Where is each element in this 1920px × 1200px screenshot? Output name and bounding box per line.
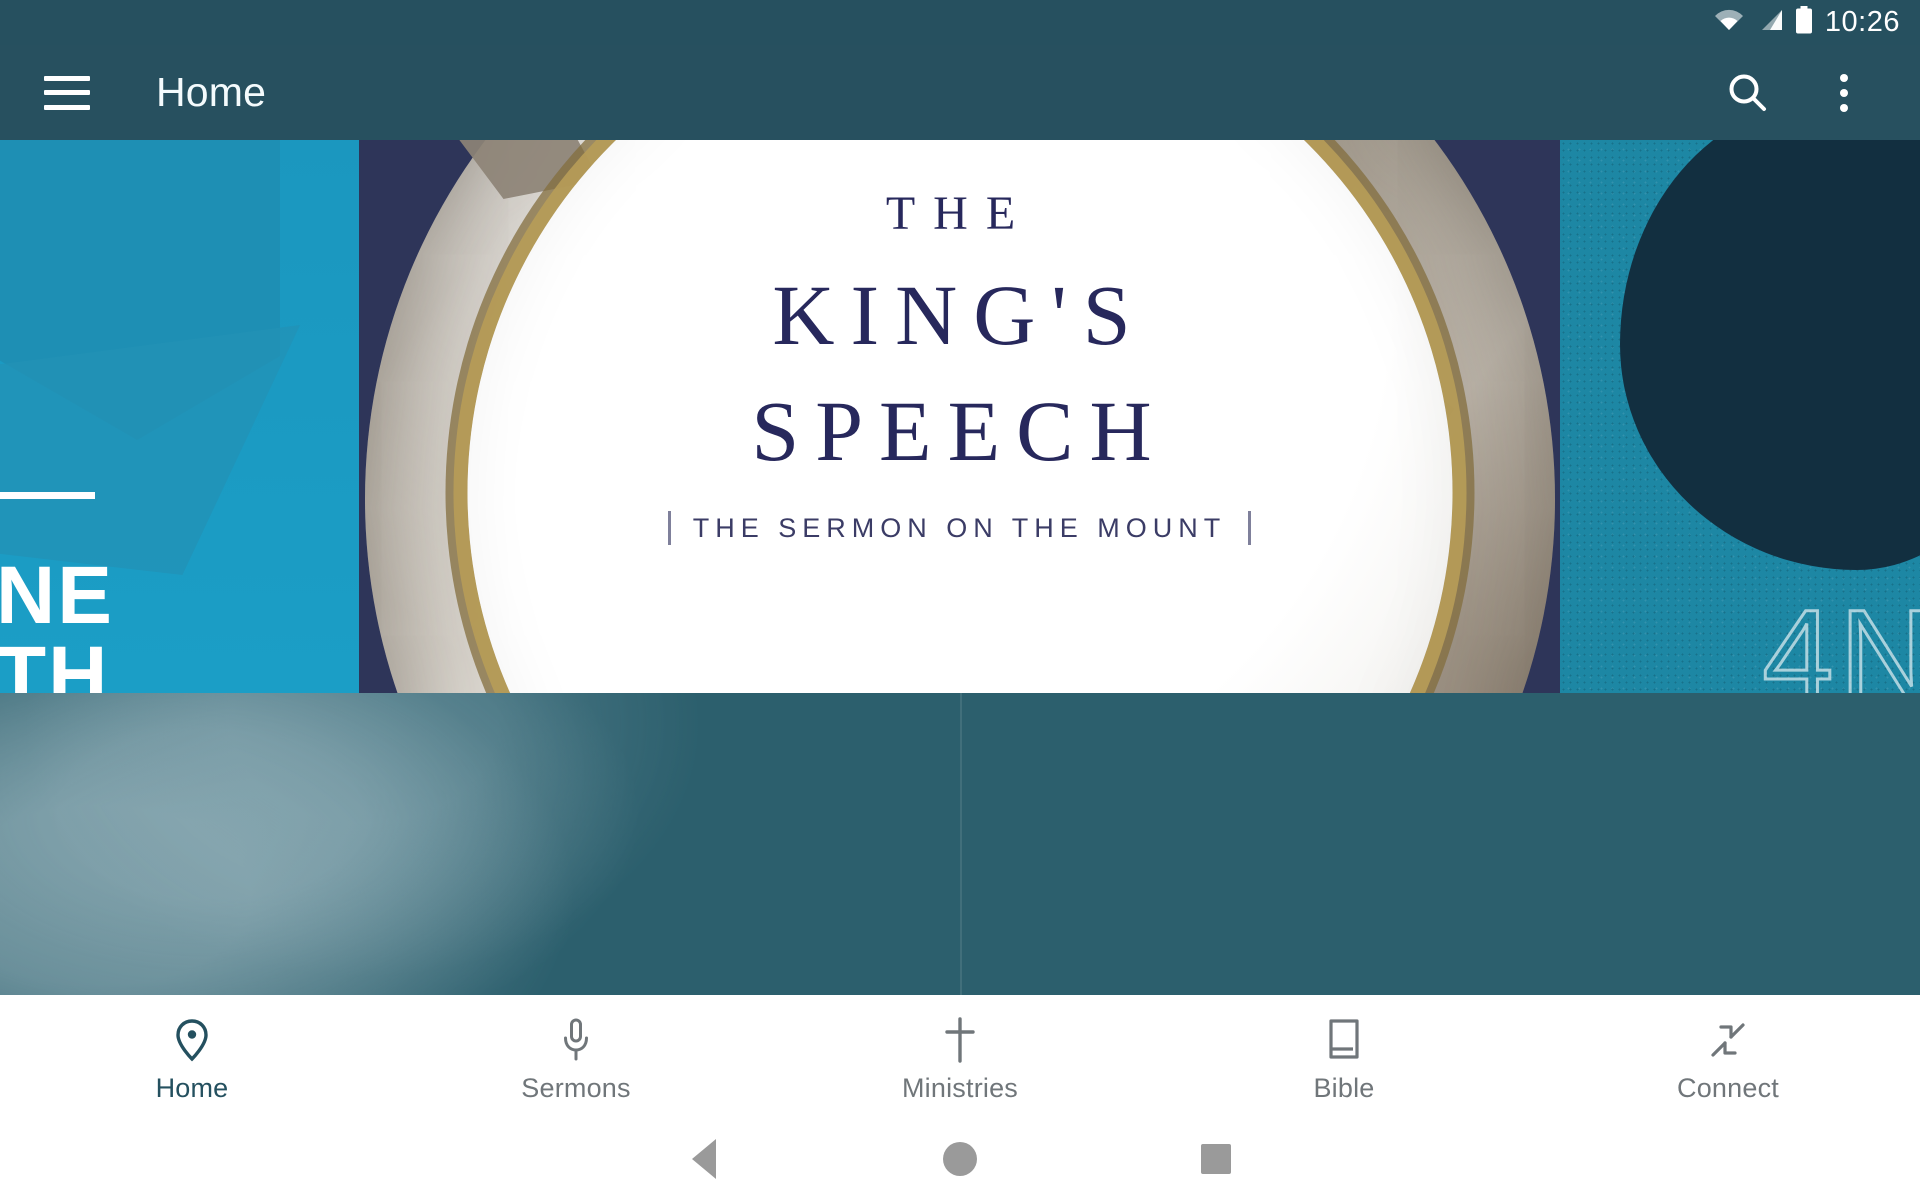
carousel-page-indicator [0,650,1920,671]
subtitle-divider [1248,511,1252,545]
nav-label-home: Home [155,1072,229,1103]
status-bar: 10:26 [0,0,1920,45]
carousel-dot-2[interactable] [936,652,952,669]
search-icon[interactable] [1718,63,1778,123]
page-title: Home [156,69,267,115]
nav-item-sermons[interactable]: Sermons [384,995,768,1117]
carousel-slide-active[interactable]: THE KING'S SPEECH THE SERMON ON THE MOUN… [359,140,1560,693]
carousel-dot-3[interactable] [973,652,989,669]
app-root: 10:26 Home NE TH THE KING'S SPEECH THE S… [0,0,1920,1200]
nav-item-connect[interactable]: Connect [1536,995,1920,1117]
overflow-menu-icon[interactable] [1814,63,1874,123]
band-photo-overlay [0,693,700,995]
collapse-arrows-icon [1707,1017,1749,1063]
band-divider [960,693,962,995]
content-band [0,693,1920,995]
slide-title-line2: SPEECH [751,383,1168,479]
microphone-icon [561,1017,591,1063]
status-bar-icons [1713,6,1813,39]
carousel-slide-previous[interactable]: NE TH [0,140,359,693]
wifi-icon [1713,8,1745,37]
slide-subtitle-row: THE SERMON ON THE MOUNT [359,511,1560,545]
slide-prev-word-line1: NE [0,550,114,641]
app-bar-actions [1718,63,1920,123]
nav-label-bible: Bible [1313,1072,1375,1103]
cellular-signal-icon [1756,8,1784,37]
slide-subtitle: THE SERMON ON THE MOUNT [692,512,1227,543]
nav-label-sermons: Sermons [521,1072,631,1103]
book-icon [1326,1017,1362,1063]
status-bar-clock: 10:26 [1824,6,1900,38]
battery-icon [1795,6,1813,39]
carousel-dot-4[interactable] [1010,652,1026,669]
featured-carousel[interactable]: NE TH THE KING'S SPEECH THE SERMON ON TH… [0,140,1920,693]
slide-title-line1: KING'S [772,267,1147,363]
carousel-dot-1[interactable] [894,650,915,671]
nav-item-ministries[interactable]: Ministries [768,995,1152,1117]
app-bar: Home [0,45,1920,140]
back-button[interactable] [576,1138,832,1179]
nav-item-home[interactable]: Home [0,995,384,1117]
recents-button[interactable] [1088,1143,1344,1174]
nav-label-connect: Connect [1677,1072,1779,1103]
cross-icon [944,1016,976,1063]
nav-item-bible[interactable]: Bible [1152,995,1536,1117]
slide-eyebrow: THE [885,187,1034,240]
android-system-navigation [0,1117,1920,1200]
nav-label-ministries: Ministries [901,1072,1018,1103]
home-button[interactable] [832,1141,1088,1176]
bottom-navigation: Home Sermons Ministries Bible Connect [0,995,1920,1117]
slide-text-block: THE KING'S SPEECH THE SERMON ON THE MOUN… [359,186,1560,545]
carousel-slide-next[interactable]: 4N [1560,140,1920,693]
subtitle-divider [667,511,671,545]
location-pin-icon [175,1017,209,1063]
decorative-polygon [0,325,300,575]
hamburger-menu-icon[interactable] [44,75,90,110]
slide-next-partial-text: 4N [1761,583,1920,694]
decorative-rule [0,492,95,499]
